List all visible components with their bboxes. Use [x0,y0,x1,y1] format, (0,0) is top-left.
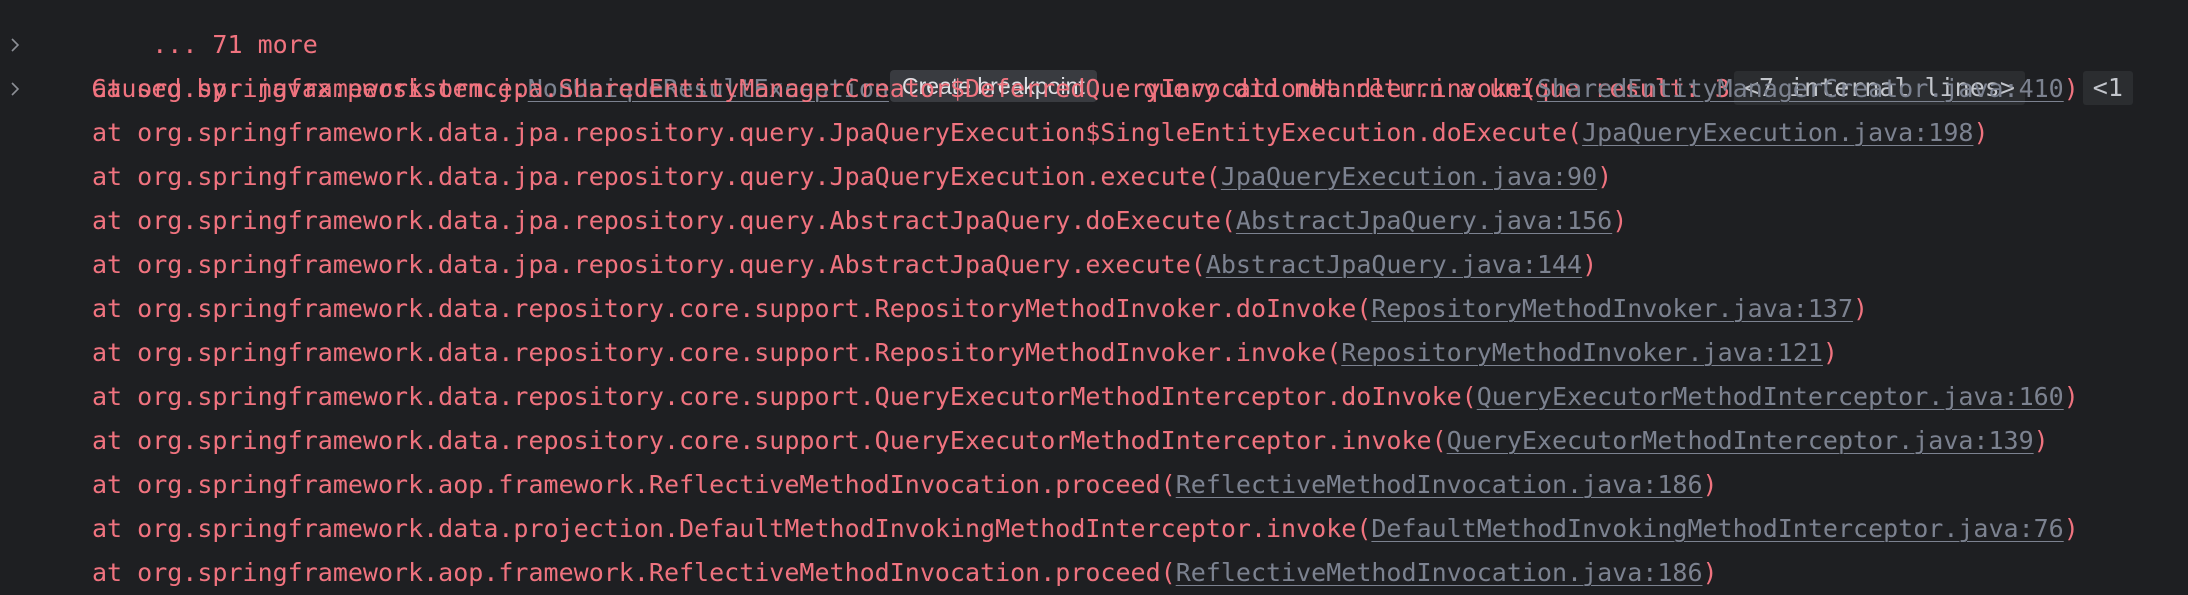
stack-frame-line: at org.springframework.data.jpa.reposito… [0,199,2188,243]
stack-frame-line: at org.springframework.data.jpa.reposito… [0,111,2188,155]
frame-method: at org.springframework.data.jpa.reposito… [92,250,1191,279]
open-paren: ( [1160,558,1176,587]
close-paren: ) [1582,250,1598,279]
stack-frame-line: at org.springframework.orm.jpa.SharedEnt… [0,67,2188,111]
close-paren: ) [1822,338,1838,367]
open-paren: ( [1205,162,1221,191]
open-paren: ( [1160,470,1176,499]
frame-source-link[interactable]: QueryExecutorMethodInterceptor.java:139 [1447,426,2034,455]
close-paren: ) [2063,382,2079,411]
close-paren: ) [1853,294,1869,323]
stack-frame-line: at org.springframework.data.repository.c… [0,287,2188,331]
open-paren: ( [1431,426,1447,455]
open-paren: ( [1356,294,1372,323]
frame-source-link[interactable]: ReflectiveMethodInvocation.java:186 [1176,470,1703,499]
frame-source-link[interactable]: JpaQueryExecution.java:90 [1221,162,1597,191]
frame-source-link[interactable]: RepositoryMethodInvoker.java:121 [1341,338,1823,367]
close-paren: ) [1973,118,1989,147]
open-paren: ( [1521,74,1537,103]
close-paren: ) [2063,514,2079,543]
frame-source-link[interactable]: AbstractJpaQuery.java:156 [1236,206,1612,235]
close-paren: ) [2033,426,2049,455]
frame-method: at org.springframework.data.jpa.reposito… [92,162,1206,191]
stack-frame-line: at org.springframework.aop.framework.Ref… [0,463,2188,507]
open-paren: ( [1220,206,1236,235]
close-paren: ) [1702,470,1718,499]
frame-source-link[interactable]: QueryExecutorMethodInterceptor.java:160 [1477,382,2064,411]
frame-method: at org.springframework.aop.framework.Ref… [92,558,1161,587]
close-paren: ) [1612,206,1628,235]
stack-frame-line: at org.springframework.data.projection.D… [0,507,2188,551]
stack-frame-line: at org.springframework.data.repository.c… [0,331,2188,375]
open-paren: ( [1356,514,1372,543]
stack-frames: at org.springframework.orm.jpa.SharedEnt… [0,67,2188,595]
close-paren: ) [1702,558,1718,587]
stack-frame-line: at org.springframework.data.repository.c… [0,375,2188,419]
frame-source-link[interactable]: AbstractJpaQuery.java:144 [1206,250,1582,279]
frame-method: at org.springframework.orm.jpa.SharedEnt… [92,74,1522,103]
caused-by-line: Caused by: javax.persistence.NonUniqueRe… [0,23,2188,105]
internal-lines-fold[interactable]: <1 [2082,71,2133,105]
close-paren: ) [2063,74,2079,103]
close-paren: ) [1597,162,1613,191]
more-frames-line: ... 71 more [0,0,2188,59]
console-output: ... 71 more Caused by: javax.persistence… [0,0,2188,595]
frame-source-link[interactable]: DefaultMethodInvokingMethodInterceptor.j… [1371,514,2063,543]
open-paren: ( [1461,382,1477,411]
chevron-right-icon[interactable] [6,23,24,67]
stack-frame-line: at org.springframework.aop.framework.Ref… [0,551,2188,595]
stack-frame-line: at org.springframework.data.jpa.reposito… [0,155,2188,199]
frame-method: at org.springframework.data.repository.c… [92,382,1462,411]
frame-source-link[interactable]: SharedEntityManagerCreator.java:410 [1537,74,2064,103]
frame-method: at org.springframework.data.repository.c… [92,338,1327,367]
stack-frame-line: at org.springframework.data.jpa.reposito… [0,243,2188,287]
frame-method: at org.springframework.aop.framework.Ref… [92,470,1161,499]
open-paren: ( [1326,338,1342,367]
frame-source-link[interactable]: JpaQueryExecution.java:198 [1582,118,1973,147]
frame-source-link[interactable]: RepositoryMethodInvoker.java:137 [1371,294,1853,323]
frame-source-link[interactable]: ReflectiveMethodInvocation.java:186 [1176,558,1703,587]
frame-method: at org.springframework.data.jpa.reposito… [92,206,1221,235]
chevron-right-icon[interactable] [6,67,24,111]
frame-method: at org.springframework.data.repository.c… [92,426,1432,455]
stack-frame-line: at org.springframework.data.repository.c… [0,419,2188,463]
open-paren: ( [1567,118,1583,147]
frame-method: at org.springframework.data.projection.D… [92,514,1357,543]
frame-method: at org.springframework.data.jpa.reposito… [92,118,1568,147]
frame-method: at org.springframework.data.repository.c… [92,294,1357,323]
open-paren: ( [1190,250,1206,279]
